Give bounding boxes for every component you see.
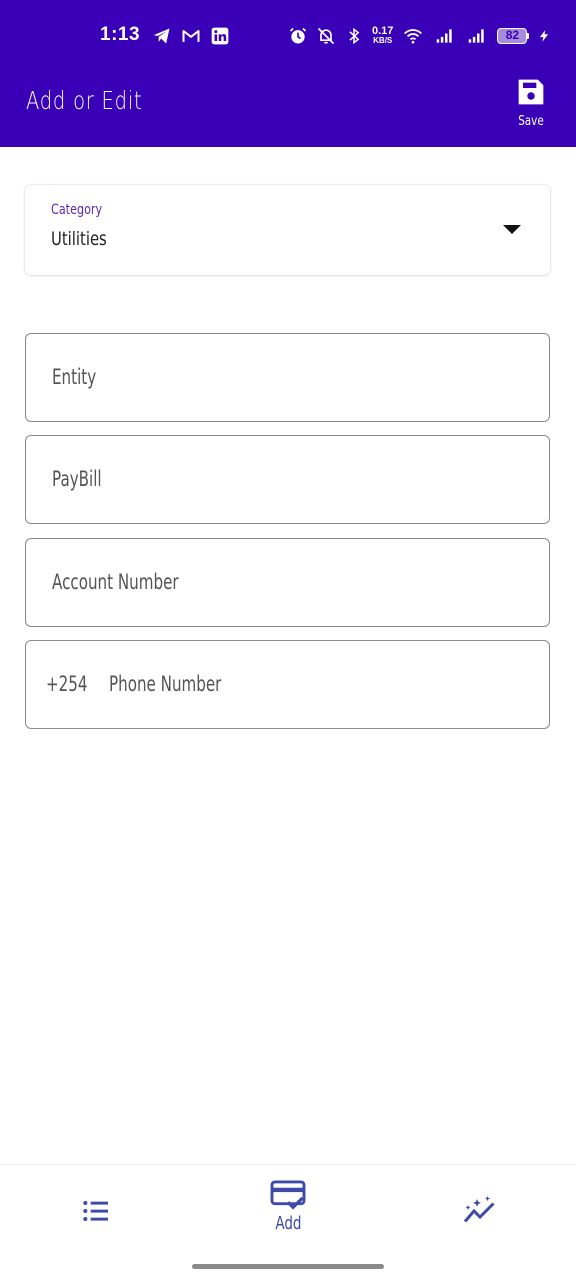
notification-icons	[152, 24, 230, 48]
account-number-placeholder: Account Number	[52, 570, 179, 594]
network-speed: 0.17 KB/S	[372, 25, 394, 46]
add-card-icon	[270, 1180, 306, 1210]
category-label: Category	[51, 202, 103, 218]
page-title: Add or Edit	[26, 86, 143, 115]
category-dropdown[interactable]: Category Utilities	[25, 185, 550, 275]
gmail-icon	[182, 30, 200, 42]
dropdown-arrow-icon	[503, 225, 521, 234]
floppy-disk-icon	[518, 79, 544, 105]
nav-add-label: Add	[274, 1213, 302, 1234]
nav-list-button[interactable]	[36, 1195, 156, 1280]
status-time: 1:13	[100, 24, 141, 45]
phone-number-placeholder: Phone Number	[109, 672, 222, 696]
bottom-navigation: Add	[0, 1164, 576, 1280]
insights-icon	[463, 1196, 495, 1223]
home-indicator[interactable]	[192, 1264, 384, 1269]
signal-icon-2	[469, 29, 485, 43]
alarm-icon	[289, 27, 307, 44]
screen: 1:13 0.17 KB/S 82 Add or Edit Save Categ…	[0, 0, 576, 1280]
system-icons: 0.17 KB/S 82	[288, 24, 551, 48]
signal-icon	[437, 29, 453, 43]
nav-insights-button[interactable]	[420, 1193, 540, 1280]
list-icon	[83, 1201, 108, 1221]
entity-field[interactable]: Entity	[25, 333, 550, 422]
mute-icon	[317, 27, 335, 45]
account-number-field[interactable]: Account Number	[25, 538, 550, 627]
bluetooth-icon	[349, 27, 360, 45]
phone-prefix: +254	[46, 672, 88, 696]
nav-add-button[interactable]: Add	[228, 1179, 348, 1269]
category-value: Utilities	[51, 228, 107, 250]
top-bar: 1:13 0.17 KB/S 82 Add or Edit Save	[0, 0, 576, 147]
charging-icon	[540, 30, 549, 42]
network-speed-value: 0.17	[372, 25, 394, 37]
paybill-field[interactable]: PayBill	[25, 435, 550, 524]
battery-tip	[527, 33, 530, 39]
battery-level: 82	[497, 28, 528, 44]
linkedin-icon	[211, 27, 229, 45]
network-speed-unit: KB/S	[373, 36, 393, 45]
phone-number-field[interactable]: +254 Phone Number	[25, 640, 550, 729]
app-bar: Add or Edit Save	[0, 72, 576, 147]
paybill-placeholder: PayBill	[52, 467, 102, 491]
wifi-icon	[404, 29, 423, 44]
save-button[interactable]: Save	[508, 76, 554, 136]
entity-placeholder: Entity	[52, 365, 97, 389]
telegram-icon	[153, 28, 170, 44]
status-bar: 1:13 0.17 KB/S 82	[0, 0, 576, 72]
battery-indicator: 82	[497, 28, 530, 44]
save-label: Save	[518, 114, 544, 129]
